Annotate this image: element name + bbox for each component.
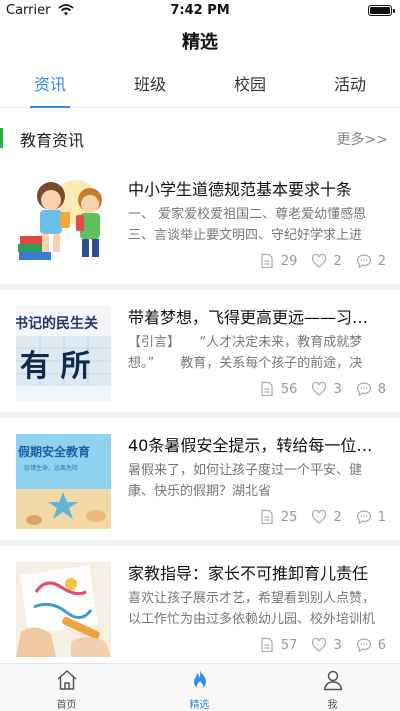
bottom-tab-bar: 首页 精选 我 <box>0 663 400 711</box>
like-count[interactable]: 3 <box>311 381 342 397</box>
comment-icon <box>356 254 371 269</box>
article-stats: 57 3 6 <box>245 636 386 654</box>
comment-icon <box>356 382 371 397</box>
comment-count-value: 2 <box>377 253 386 269</box>
comment-count-value: 6 <box>377 637 386 653</box>
comment-icon <box>356 510 371 525</box>
article-thumbnail <box>16 174 111 269</box>
article-title: 家教指导：家长不可推卸育儿责任 <box>128 564 369 583</box>
tab-label: 资讯 <box>33 75 66 94</box>
article-list: 中小学生道德规范基本要求十条 一、 爱家爱校爱祖国二、尊老爱幼懂感恩三、言谈举止… <box>0 162 400 668</box>
tab-campus[interactable]: 校园 <box>200 66 300 108</box>
article-stats: 25 2 1 <box>245 508 386 526</box>
comment-count-value: 1 <box>377 509 386 525</box>
article-item[interactable]: 书记的民生关 有 所 带着梦想，飞得更高更远——习… 【引言】 “人才决定未来，… <box>0 284 400 412</box>
section-accent-bar <box>0 128 3 148</box>
bottom-tab-home[interactable]: 首页 <box>0 668 133 711</box>
document-icon <box>261 509 273 525</box>
view-count: 57 <box>259 637 298 653</box>
bottom-tab-featured[interactable]: 精选 <box>133 668 266 711</box>
comment-count[interactable]: 6 <box>356 637 386 653</box>
article-summary: 暑假来了，如何让孩子度过一个平安、健康、快乐的假期？湖北省 <box>128 463 363 499</box>
page-title: 精选 <box>182 32 218 53</box>
bottom-tab-label: 我 <box>327 700 338 711</box>
calligraphy-banner-image: 书记的民生关 有 所 <box>16 306 111 401</box>
article-stats: 29 2 2 <box>245 252 386 270</box>
bottom-tab-me[interactable]: 我 <box>266 668 399 711</box>
article-summary: 一、 爱家爱校爱祖国二、尊老爱幼懂感恩三、言谈举止要文明四、守纪好学求上进 <box>128 207 367 243</box>
comment-count[interactable]: 8 <box>356 381 386 397</box>
like-count-value: 2 <box>333 509 342 525</box>
tab-class[interactable]: 班级 <box>100 66 200 108</box>
like-count[interactable]: 3 <box>311 637 342 653</box>
home-icon <box>57 670 76 690</box>
article-summary: 【引言】 “人才决定未来，教育成就梦想。” 教育，关系每个孩子的前途，决 <box>128 335 363 371</box>
like-count-value: 2 <box>333 253 342 269</box>
view-count-value: 25 <box>280 509 298 525</box>
view-count-value: 57 <box>280 637 298 653</box>
battery-icon <box>368 5 395 16</box>
like-count[interactable]: 2 <box>311 509 342 525</box>
article-item[interactable]: 中小学生道德规范基本要求十条 一、 爱家爱校爱祖国二、尊老爱幼懂感恩三、言谈举止… <box>0 162 400 284</box>
article-thumbnail <box>16 562 111 657</box>
article-thumbnail: 书记的民生关 有 所 <box>16 306 111 401</box>
thumb-big-text: 有 所 <box>20 349 90 384</box>
article-thumbnail: 假期安全教育 珍惜生命，远离危险 <box>16 434 111 529</box>
person-icon <box>323 670 342 691</box>
view-count: 56 <box>259 381 298 397</box>
article-item[interactable]: 家教指导：家长不可推卸育儿责任 喜欢让孩子展示才艺，希望看到别人点赞，以工作忙为… <box>0 540 400 668</box>
tab-label: 活动 <box>333 75 366 94</box>
child-drawing-image <box>16 562 111 657</box>
active-tab-indicator <box>30 106 70 108</box>
thumb-safety-text: 假期安全教育 <box>18 444 90 459</box>
view-count-value: 56 <box>280 381 298 397</box>
article-summary: 喜欢让孩子展示才艺，希望看到别人点赞，以工作忙为由过多依赖幼儿园、校外培训机 <box>128 591 376 627</box>
bottom-tab-label: 首页 <box>56 700 77 711</box>
thumb-banner-text: 书记的民生关 <box>16 315 98 332</box>
kids-illustration-image <box>16 174 111 269</box>
article-stats: 56 3 8 <box>245 380 386 398</box>
section-title: 教育资讯 <box>20 131 85 150</box>
article-title: 40条暑假安全提示，转给每一位… <box>128 436 373 455</box>
document-icon <box>261 253 273 269</box>
beach-safety-image: 假期安全教育 珍惜生命，远离危险 <box>16 434 111 529</box>
thumb-safety-subtext: 珍惜生命，远离危险 <box>24 464 78 472</box>
comment-count[interactable]: 2 <box>356 253 386 269</box>
like-count[interactable]: 2 <box>311 253 342 269</box>
view-count-value: 29 <box>280 253 298 269</box>
heart-icon <box>312 381 327 396</box>
article-item[interactable]: 假期安全教育 珍惜生命，远离危险 40条暑假安全提示，转给每一位… 暑假来了，如… <box>0 412 400 540</box>
like-count-value: 3 <box>333 637 342 653</box>
comment-count[interactable]: 1 <box>356 509 386 525</box>
flame-icon <box>193 670 206 689</box>
section-header: 教育资讯 更多>> <box>0 118 400 158</box>
heart-icon <box>312 637 327 652</box>
more-link[interactable]: 更多>> <box>337 129 388 149</box>
comment-count-value: 8 <box>377 381 386 397</box>
article-title: 中小学生道德规范基本要求十条 <box>128 180 353 199</box>
tab-activity[interactable]: 活动 <box>300 66 400 108</box>
tab-news[interactable]: 资讯 <box>0 66 100 108</box>
status-time: 7:42 PM <box>170 3 230 18</box>
heart-icon <box>312 509 327 524</box>
tab-label: 班级 <box>133 75 166 94</box>
bottom-tab-label: 精选 <box>189 700 210 711</box>
category-tabs: 资讯 班级 校园 活动 <box>0 66 400 108</box>
status-bar: Carrier 7:42 PM <box>0 0 400 22</box>
like-count-value: 3 <box>333 381 342 397</box>
comment-icon <box>356 638 371 653</box>
view-count: 29 <box>259 253 298 269</box>
heart-icon <box>312 253 327 268</box>
document-icon <box>261 637 273 653</box>
article-title: 带着梦想，飞得更高更远——习… <box>128 308 369 327</box>
document-icon <box>261 381 273 397</box>
tab-label: 校园 <box>233 75 266 94</box>
view-count: 25 <box>259 509 298 525</box>
